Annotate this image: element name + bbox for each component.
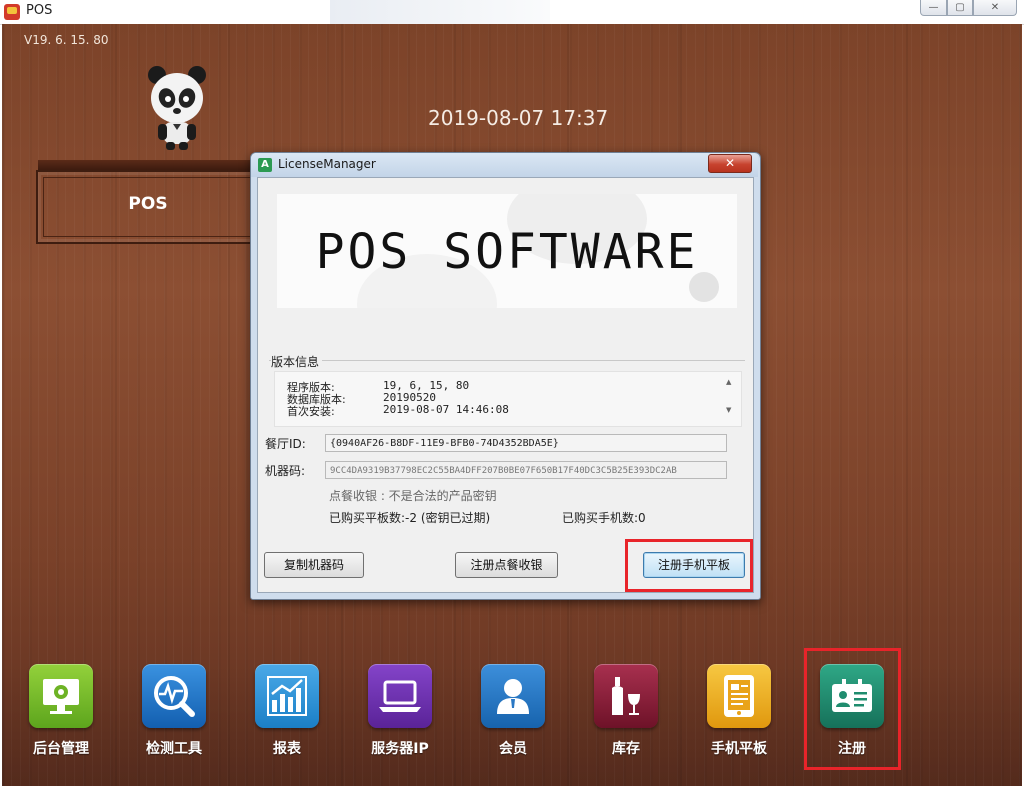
highlight-register-tablet-button xyxy=(625,539,753,592)
banner-title: POS SOFTWARE xyxy=(315,224,699,280)
maximize-button[interactable]: ▢ xyxy=(947,0,973,16)
restaurant-id-label: 餐厅ID: xyxy=(265,437,306,451)
pos-app-icon xyxy=(4,4,20,20)
bar-chart-icon xyxy=(255,664,319,728)
dock-app-mobile-tablet-label: 手机平板 xyxy=(711,741,767,757)
dock-app-admin[interactable]: 后台管理 xyxy=(5,664,115,764)
dock-app-diagnostics-label: 检测工具 xyxy=(146,741,202,757)
dock-app-mobile-tablet[interactable]: 手机平板 xyxy=(683,664,793,764)
dialog-titlebar: A LicenseManager ✕ xyxy=(251,153,758,177)
pos-button[interactable]: POS xyxy=(36,170,260,244)
product-banner: POS SOFTWARE xyxy=(277,194,737,308)
restaurant-id-field[interactable]: {0940AF26-B8DF-11E9-BFB0-74D4352BDA5E} xyxy=(325,434,727,452)
panda-mascot-icon xyxy=(146,62,208,152)
first-install-value: 2019-08-07 14:46:08 xyxy=(383,403,509,416)
license-manager-dialog: A LicenseManager ✕ POS SOFTWARE 版本信息 程序版… xyxy=(250,152,761,600)
dialog-body: POS SOFTWARE 版本信息 程序版本: 19, 6, 15, 80 数据… xyxy=(257,177,754,593)
tablets-purchased: 已购买平板数:-2 (密钥已过期) xyxy=(329,511,491,525)
laptop-icon xyxy=(368,664,432,728)
version-info-group: 版本信息 程序版本: 19, 6, 15, 80 数据库版本: 20190520… xyxy=(269,353,745,427)
clock-datetime: 2019-08-07 17:37 xyxy=(428,106,609,130)
tablet-icon xyxy=(707,664,771,728)
pos-license-status: 点餐收银 : 不是合法的产品密钥 xyxy=(329,489,497,503)
machine-code-field[interactable]: 9CC4DA9319B37798EC2C55BA4DFF207B0BE07F65… xyxy=(325,461,727,479)
shelf-ledge xyxy=(38,160,254,170)
window-title: POS xyxy=(26,3,53,18)
dock-app-diagnostics[interactable]: 检测工具 xyxy=(118,664,228,764)
machine-code-label: 机器码: xyxy=(265,464,306,478)
dialog-close-button[interactable]: ✕ xyxy=(708,154,752,173)
dock-app-server-ip-label: 服务器IP xyxy=(371,741,429,757)
highlight-register-app xyxy=(804,648,901,770)
person-icon xyxy=(481,664,545,728)
copy-machine-code-button[interactable]: 复制机器码 xyxy=(264,552,364,578)
version-info-title: 版本信息 xyxy=(271,353,323,370)
pos-button-label: POS xyxy=(128,194,168,214)
phones-purchased: 已购买手机数:0 xyxy=(562,511,646,525)
wine-icon xyxy=(594,664,658,728)
dock-app-inventory-label: 库存 xyxy=(612,741,640,757)
first-install-label: 首次安装: xyxy=(287,405,335,418)
dock-app-reports-label: 报表 xyxy=(273,741,301,757)
dock-app-reports[interactable]: 报表 xyxy=(231,664,341,764)
dialog-title: LicenseManager xyxy=(278,157,376,171)
dock-app-admin-label: 后台管理 xyxy=(33,741,89,757)
dock-app-members-label: 会员 xyxy=(499,741,527,757)
register-pos-button[interactable]: 注册点餐收银 xyxy=(455,552,558,578)
dock-app-server-ip[interactable]: 服务器IP xyxy=(344,664,454,764)
taskbar-preview-blur xyxy=(330,0,550,24)
minimize-button[interactable]: — xyxy=(920,0,947,16)
version-label: V19. 6. 15. 80 xyxy=(24,33,109,47)
license-manager-icon: A xyxy=(258,158,272,172)
dock-app-inventory[interactable]: 库存 xyxy=(570,664,680,764)
version-info-scrollbar[interactable]: ▲ ▼ xyxy=(723,378,737,418)
window-titlebar: POS — ▢ ✕ xyxy=(0,0,1024,25)
scroll-down-icon[interactable]: ▼ xyxy=(726,406,731,414)
monitor-gear-icon xyxy=(29,664,93,728)
version-info-box: 程序版本: 19, 6, 15, 80 数据库版本: 20190520 首次安装… xyxy=(274,371,742,427)
close-window-button[interactable]: ✕ xyxy=(973,0,1017,16)
scroll-up-icon[interactable]: ▲ xyxy=(726,378,731,386)
dock-app-members[interactable]: 会员 xyxy=(457,664,567,764)
magnifier-pulse-icon xyxy=(142,664,206,728)
